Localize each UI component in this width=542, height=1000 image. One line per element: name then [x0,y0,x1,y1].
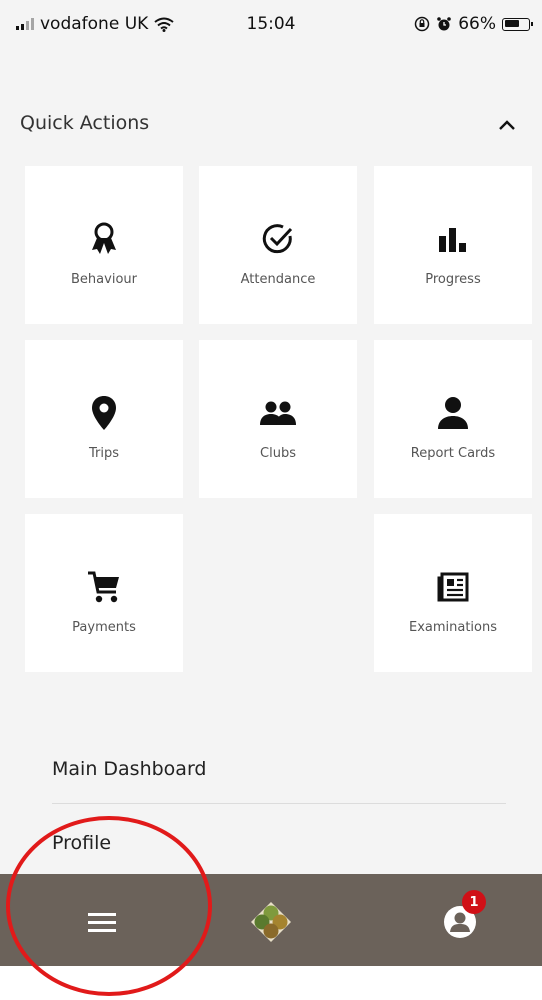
group-icon [259,394,297,432]
collapse-button[interactable] [490,108,524,142]
menu-button[interactable] [72,896,132,948]
quick-actions-title: Quick Actions [20,112,150,134]
menu-item-main-dashboard[interactable]: Main Dashboard [52,758,506,780]
tile-label: Examinations [408,620,498,635]
divider [52,803,506,804]
hamburger-menu-icon [88,913,116,932]
tile-behaviour[interactable]: Behaviour [25,166,183,324]
battery-percent: 66% [458,14,496,34]
bottom-nav-bar: 1 [0,874,542,966]
tile-examinations[interactable]: Examinations [374,514,532,672]
tile-report-cards[interactable]: Report Cards [374,340,532,498]
battery-icon [502,17,533,31]
status-bar: vodafone UK 15:04 66% [0,0,542,48]
tile-label: Report Cards [410,446,496,461]
quick-actions-header: Quick Actions [20,104,524,144]
newspaper-icon [436,568,470,606]
home-logo-button[interactable] [241,896,301,948]
tile-clubs[interactable]: Clubs [199,340,357,498]
alarm-icon [437,17,452,31]
menu-item-profile[interactable]: Profile [52,832,506,854]
tile-label: Clubs [260,446,296,461]
app-screen: vodafone UK 15:04 66% Quick Actions Beha… [0,0,542,966]
orientation-lock-icon [414,16,430,32]
person-icon [437,394,469,432]
notification-badge: 1 [462,890,486,914]
tile-attendance[interactable]: Attendance [199,166,357,324]
chevron-up-icon [499,120,515,130]
check-circle-icon [261,220,295,258]
tile-payments[interactable]: Payments [25,514,183,672]
tile-progress[interactable]: Progress [374,166,532,324]
map-pin-icon [91,394,117,432]
tile-label: Progress [425,272,481,287]
tile-label: Trips [88,446,119,461]
status-right: 66% [414,14,533,34]
account-button[interactable]: 1 [430,890,490,948]
tile-label: Attendance [240,272,316,287]
award-ribbon-icon [88,220,120,258]
bar-chart-icon [436,220,470,258]
tile-label: Behaviour [71,272,137,287]
school-logo-icon [251,902,291,942]
tile-label: Payments [72,620,136,635]
cart-icon [87,568,121,606]
tile-trips[interactable]: Trips [25,340,183,498]
